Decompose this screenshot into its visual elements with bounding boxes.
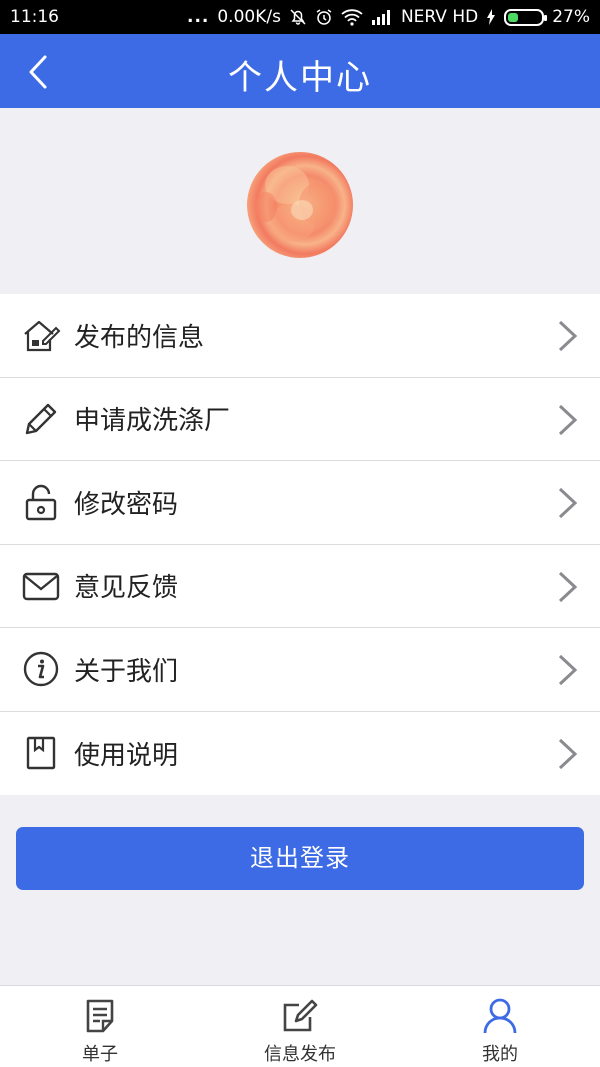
pencil-icon (21, 399, 61, 439)
chevron-right-icon (558, 654, 578, 686)
tab-mine[interactable]: 我的 (400, 986, 600, 1067)
profile-header (0, 108, 600, 294)
menu-item-instructions[interactable]: 使用说明 (0, 712, 600, 796)
menu-item-label: 使用说明 (74, 740, 179, 771)
person-icon (480, 996, 520, 1036)
menu-item-apply-laundry[interactable]: 申请成洗涤厂 (0, 378, 600, 461)
info-icon (21, 649, 61, 689)
menu-item-label: 发布的信息 (74, 322, 205, 353)
menu-item-feedback[interactable]: 意见反馈 (0, 545, 600, 628)
nav-bar: 个人中心 (0, 34, 600, 108)
book-icon (21, 733, 61, 773)
chevron-right-icon (558, 738, 578, 769)
chevron-right-icon (558, 320, 578, 352)
tab-orders[interactable]: 单子 (0, 986, 200, 1067)
house-pencil-icon (21, 315, 61, 355)
page-title: 个人中心 (228, 58, 372, 98)
tab-label: 我的 (482, 1044, 518, 1065)
menu-item-label: 修改密码 (74, 489, 179, 520)
status-right-group: ... 0.00K/s NERV HD 27% (187, 7, 590, 27)
logout-button[interactable]: 退出登录 (16, 827, 584, 890)
menu-item-about-us[interactable]: 关于我们 (0, 628, 600, 712)
status-bar: 11:16 ... 0.00K/s NERV HD 27% (0, 0, 600, 34)
status-time: 11:16 (10, 7, 59, 27)
document-icon (80, 996, 120, 1036)
wifi-icon (341, 8, 363, 26)
menu-item-label: 申请成洗涤厂 (74, 406, 231, 437)
alarm-off-icon (289, 8, 307, 26)
lock-icon (21, 482, 61, 522)
tab-label: 单子 (82, 1044, 118, 1065)
avatar[interactable] (247, 152, 353, 258)
menu-list: 发布的信息 申请成洗涤厂 修改密码 意见反馈 关于我们 使用说明 (0, 294, 600, 795)
battery-icon (504, 8, 548, 26)
menu-item-label: 意见反馈 (74, 573, 179, 604)
chevron-right-icon (558, 571, 578, 602)
menu-item-label: 关于我们 (74, 656, 179, 687)
tab-bar: 单子 信息发布 我的 (0, 985, 600, 1067)
menu-item-published-info[interactable]: 发布的信息 (0, 294, 600, 378)
tab-label: 信息发布 (264, 1044, 336, 1065)
envelope-icon (21, 566, 61, 606)
tab-publish[interactable]: 信息发布 (200, 986, 400, 1067)
status-speed: 0.00K/s (217, 7, 281, 27)
edit-square-icon (280, 996, 320, 1036)
status-carrier: NERV HD (400, 7, 479, 27)
status-battery: 27% (552, 7, 590, 27)
menu-item-change-password[interactable]: 修改密码 (0, 461, 600, 545)
status-dots: ... (186, 7, 210, 27)
charging-icon (486, 9, 496, 25)
alarm-clock-icon (315, 8, 333, 26)
chevron-right-icon (558, 487, 578, 519)
signal-icon (371, 9, 393, 25)
chevron-right-icon (558, 404, 578, 435)
